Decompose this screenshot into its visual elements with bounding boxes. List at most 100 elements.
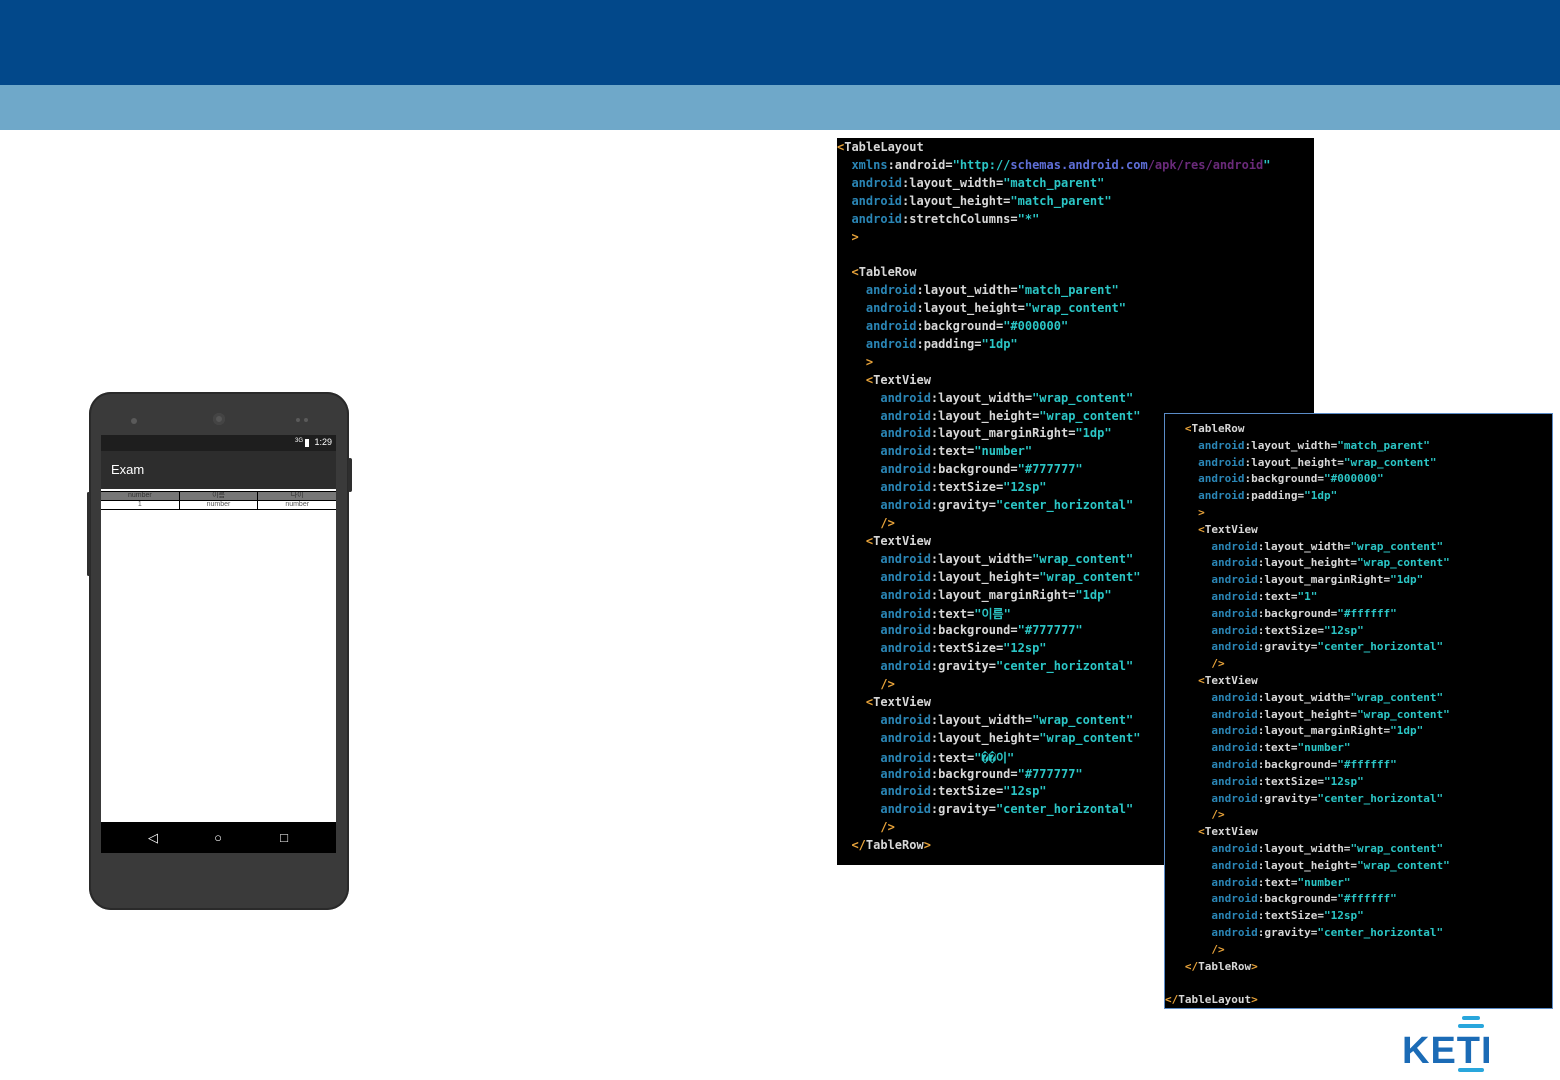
code-token: android xyxy=(1165,573,1258,587)
code-token: "#777777" xyxy=(1017,766,1083,781)
code-token: android xyxy=(1165,690,1258,704)
code-line: android:layout_width="wrap_content" xyxy=(837,552,1133,566)
code-line: /> xyxy=(1165,942,1225,956)
code-token: android xyxy=(837,444,931,459)
code-token: :gravity= xyxy=(930,659,996,674)
code-token: android xyxy=(837,730,931,745)
code-token: :background= xyxy=(1244,472,1324,486)
code-token: "12sp" xyxy=(1003,784,1047,799)
code-token: android xyxy=(1165,858,1258,872)
code-token: TableLayout xyxy=(844,140,924,154)
code-token: "wrap_content" xyxy=(1024,301,1127,316)
code-line: android:layout_height="wrap_content" xyxy=(1165,858,1449,872)
code-line: android:background="#777777" xyxy=(837,766,1083,781)
code-token: :layout_height= xyxy=(916,301,1025,316)
code-token: "center_horizontal" xyxy=(995,498,1134,512)
phone-screen: 3G 1:29 Exam number 이름 나이 1 number numbe… xyxy=(101,435,336,853)
code-line: <TextView xyxy=(837,373,931,387)
code-token: android xyxy=(837,607,931,622)
recents-icon[interactable]: □ xyxy=(276,830,292,846)
code-token: android xyxy=(837,569,931,584)
code-token: "wrap_content" xyxy=(1039,569,1141,584)
code-token: "wrap_content" xyxy=(1032,551,1134,566)
code-token: "http:// xyxy=(952,157,1011,172)
code-token: /apk/res/android xyxy=(1147,157,1264,172)
back-icon[interactable]: ◁ xyxy=(145,830,161,846)
code-line: android:layout_width="wrap_content" xyxy=(837,391,1133,405)
code-token: android xyxy=(1165,472,1245,486)
code-line: </TableRow> xyxy=(1165,960,1258,973)
nav-bar: ◁ ○ □ xyxy=(101,822,336,853)
code-line: android:layout_height="wrap_content" xyxy=(837,731,1140,745)
table-cell: 1 xyxy=(101,501,179,509)
code-token: android xyxy=(1165,791,1258,805)
code-line: android:background="#000000" xyxy=(1165,472,1383,486)
code-token: :layout_marginRight= xyxy=(1257,573,1391,587)
code-token: android xyxy=(837,390,931,405)
code-token: "1" xyxy=(1297,590,1318,603)
code-token: :gravity= xyxy=(930,802,996,817)
code-token: < xyxy=(837,265,859,280)
code-line: android:layout_marginRight="1dp" xyxy=(837,587,1111,602)
table-layout: number 이름 나이 1 number number xyxy=(101,491,336,510)
code-line: android:layout_height="wrap_content" xyxy=(837,570,1140,584)
code-token: /> xyxy=(1165,808,1225,822)
code-token: android xyxy=(1165,909,1258,923)
code-line: android:background="#ffffff" xyxy=(1165,607,1396,620)
code-token: android xyxy=(1165,455,1245,469)
code-token: < xyxy=(1165,825,1205,839)
code-token: < xyxy=(837,372,874,387)
code-token: "wrap_content" xyxy=(1357,556,1450,570)
keti-logo: KETI xyxy=(1402,1014,1542,1074)
code-token: :layout_width= xyxy=(1257,690,1351,704)
code-token: android xyxy=(837,301,917,316)
code-token: < xyxy=(837,694,874,709)
code-token: :layout_height= xyxy=(1257,858,1358,872)
code-token: /> xyxy=(837,515,895,530)
home-icon[interactable]: ○ xyxy=(210,830,226,846)
code-token: TableRow xyxy=(858,265,917,280)
sensor-dot xyxy=(304,418,308,422)
code-token: "wrap_content" xyxy=(1039,730,1141,745)
phone-mockup: 3G 1:29 Exam number 이름 나이 1 number numbe… xyxy=(89,392,349,910)
code-line: android:layout_width="match_parent" xyxy=(837,283,1119,297)
code-token: android xyxy=(837,587,931,602)
code-token: :text= xyxy=(930,444,975,459)
code-token: :textSize= xyxy=(1257,909,1324,923)
code-token: android xyxy=(1165,489,1245,503)
code-token: android xyxy=(837,659,931,674)
code-token: :gravity= xyxy=(1257,791,1318,805)
code-line: <TextView xyxy=(1165,825,1258,838)
status-bar: 3G 1:29 xyxy=(101,435,336,451)
code-token: /> xyxy=(837,677,895,691)
code-token: < xyxy=(1165,674,1205,687)
code-token: android xyxy=(1165,590,1258,603)
code-token: "match_parent" xyxy=(1010,193,1112,208)
code-token: "center_horizontal" xyxy=(995,802,1134,817)
code-token: :background= xyxy=(1257,892,1338,906)
code-line: <TextView xyxy=(1165,523,1258,536)
code-token: "1dp" xyxy=(1390,724,1424,738)
code-token: android xyxy=(1165,875,1258,889)
code-token: :layout_marginRight= xyxy=(1257,724,1391,738)
code-line: android:gravity="center_horizontal" xyxy=(837,802,1133,816)
code-token: "wrap_content" xyxy=(1032,712,1134,727)
code-line: > xyxy=(837,355,873,369)
code-token: :text= xyxy=(1257,590,1298,603)
code-token: :layout_width= xyxy=(1257,539,1351,553)
code-token: "wrap_content" xyxy=(1032,390,1134,405)
code-token: :layout_width= xyxy=(902,175,1004,190)
code-token: :layout_marginRight= xyxy=(930,587,1076,602)
code-token: > xyxy=(923,838,931,853)
code-token: TableRow xyxy=(1191,422,1245,435)
code-token: "wrap_content" xyxy=(1350,690,1444,704)
header-band xyxy=(0,0,1560,85)
code-token: :layout_height= xyxy=(930,408,1040,423)
table-header-cell: 이름 xyxy=(179,492,258,500)
code-line: android:text="number" xyxy=(1165,876,1350,889)
code-token: "#ffffff" xyxy=(1337,892,1397,906)
code-line: android:background="#777777" xyxy=(837,462,1082,476)
code-token: > xyxy=(837,354,874,369)
code-token: /> xyxy=(1165,942,1225,956)
code-token: "*" xyxy=(1017,211,1040,226)
